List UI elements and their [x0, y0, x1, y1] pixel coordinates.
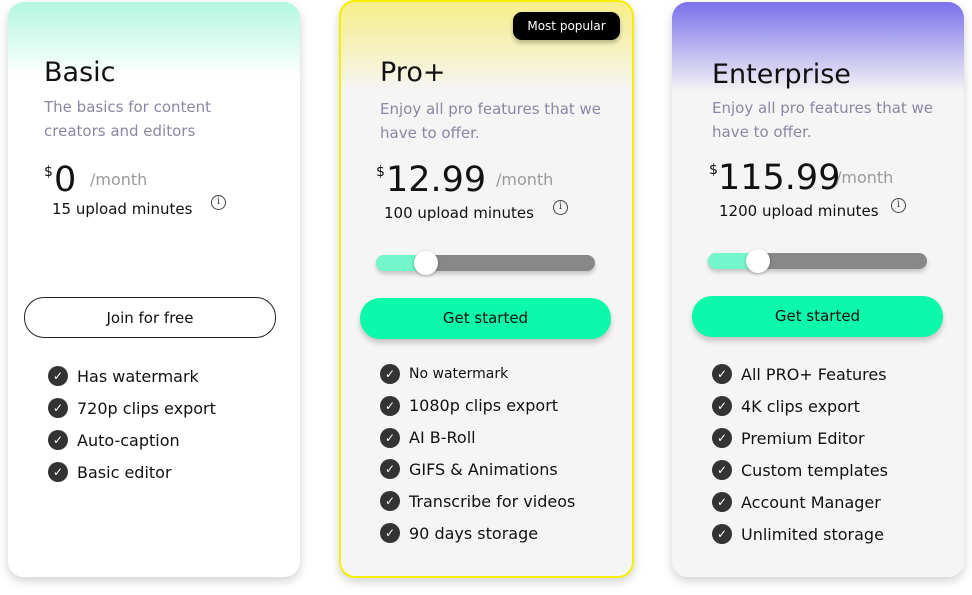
- check-circle-icon: ✓: [712, 492, 732, 512]
- currency-symbol: $: [709, 162, 718, 178]
- feature-item: ✓ 90 days storage: [380, 523, 538, 543]
- plan-card-basic: Basic The basics for content creators an…: [8, 2, 300, 577]
- upload-minutes-slider[interactable]: [376, 251, 595, 275]
- check-circle-icon: ✓: [380, 491, 400, 512]
- feature-item: ✓ AI B-Roll: [380, 427, 476, 448]
- feature-label: GIFS & Animations: [409, 459, 558, 479]
- upload-minutes-slider[interactable]: [708, 249, 927, 273]
- check-circle-icon: ✓: [48, 366, 68, 386]
- feature-label: Has watermark: [77, 366, 199, 386]
- feature-item: ✓ Unlimited storage: [712, 524, 884, 544]
- most-popular-badge: Most popular: [513, 12, 620, 40]
- plan-title: Pro+: [380, 57, 446, 88]
- price: 12.99: [386, 160, 487, 200]
- feature-item: ✓ GIFS & Animations: [380, 459, 558, 480]
- plan-description: Enjoy all pro features that we have to o…: [380, 100, 602, 142]
- feature-label: Account Manager: [741, 492, 881, 512]
- plan-card-pro: Most popular Pro+ Enjoy all pro features…: [339, 0, 634, 578]
- get-started-button[interactable]: Get started: [360, 298, 611, 339]
- check-circle-icon: ✓: [712, 396, 732, 416]
- feature-label: 1080p clips export: [409, 396, 559, 416]
- feature-label: AI B-Roll: [409, 428, 476, 448]
- feature-item: ✓ Auto-caption: [48, 430, 180, 450]
- feature-label: All PRO+ Features: [741, 364, 887, 384]
- upload-minutes: 15 upload minutes: [52, 200, 193, 218]
- plan-title: Basic: [44, 57, 116, 88]
- currency-symbol: $: [44, 164, 53, 180]
- price-period: /month: [496, 170, 554, 189]
- feature-label: Premium Editor: [741, 428, 865, 448]
- slider-thumb[interactable]: [414, 251, 439, 275]
- check-circle-icon: ✓: [380, 459, 400, 480]
- feature-label: Auto-caption: [77, 430, 180, 450]
- feature-label: 90 days storage: [409, 523, 539, 543]
- feature-label: Unlimited storage: [741, 524, 884, 544]
- feature-item: ✓ Custom templates: [712, 460, 888, 480]
- info-icon[interactable]: i: [553, 200, 568, 215]
- plan-card-enterprise: Enterprise Enjoy all pro features that w…: [672, 2, 964, 577]
- feature-item: ✓ Transcribe for videos: [380, 491, 576, 512]
- feature-label: Custom templates: [741, 460, 888, 480]
- feature-label: Basic editor: [77, 462, 172, 482]
- feature-item: ✓ Premium Editor: [712, 428, 865, 448]
- currency-symbol: $: [376, 164, 385, 180]
- upload-minutes: 100 upload minutes: [384, 204, 534, 222]
- check-circle-icon: ✓: [712, 524, 732, 544]
- plan-description: Enjoy all pro features that we have to o…: [712, 99, 934, 141]
- info-icon[interactable]: i: [891, 198, 906, 213]
- feature-item: ✓ Basic editor: [48, 462, 172, 482]
- feature-label: Transcribe for videos: [409, 491, 576, 511]
- slider-thumb[interactable]: [746, 249, 771, 273]
- get-started-button[interactable]: Get started: [692, 296, 943, 337]
- feature-item: ✓ 720p clips export: [48, 398, 216, 418]
- feature-label: No watermark: [409, 366, 509, 382]
- check-circle-icon: ✓: [48, 398, 68, 418]
- feature-item: ✓ No watermark: [380, 364, 508, 384]
- price-period: /month: [90, 170, 148, 189]
- feature-item: ✓ 4K clips export: [712, 396, 860, 416]
- price: 0: [54, 160, 77, 200]
- feature-item: ✓ Has watermark: [48, 366, 199, 386]
- feature-label: 4K clips export: [741, 396, 860, 416]
- check-circle-icon: ✓: [712, 364, 732, 384]
- info-icon[interactable]: i: [211, 195, 226, 210]
- check-circle-icon: ✓: [380, 395, 400, 416]
- feature-label: 720p clips export: [77, 398, 216, 418]
- check-circle-icon: ✓: [48, 462, 68, 482]
- check-circle-icon: ✓: [712, 428, 732, 448]
- upload-minutes: 1200 upload minutes: [719, 202, 879, 220]
- price: 115.99: [718, 158, 841, 198]
- feature-item: ✓ All PRO+ Features: [712, 364, 887, 384]
- feature-item: ✓ Account Manager: [712, 492, 881, 512]
- plan-description: The basics for content creators and edit…: [44, 98, 212, 140]
- feature-item: ✓ 1080p clips export: [380, 395, 559, 416]
- check-circle-icon: ✓: [712, 460, 732, 480]
- price-period: /month: [836, 168, 894, 187]
- join-for-free-button[interactable]: Join for free: [24, 297, 276, 338]
- check-circle-icon: ✓: [380, 523, 400, 543]
- plan-title: Enterprise: [712, 59, 851, 90]
- check-circle-icon: ✓: [380, 427, 400, 448]
- check-circle-icon: ✓: [48, 430, 68, 450]
- check-circle-icon: ✓: [380, 364, 400, 384]
